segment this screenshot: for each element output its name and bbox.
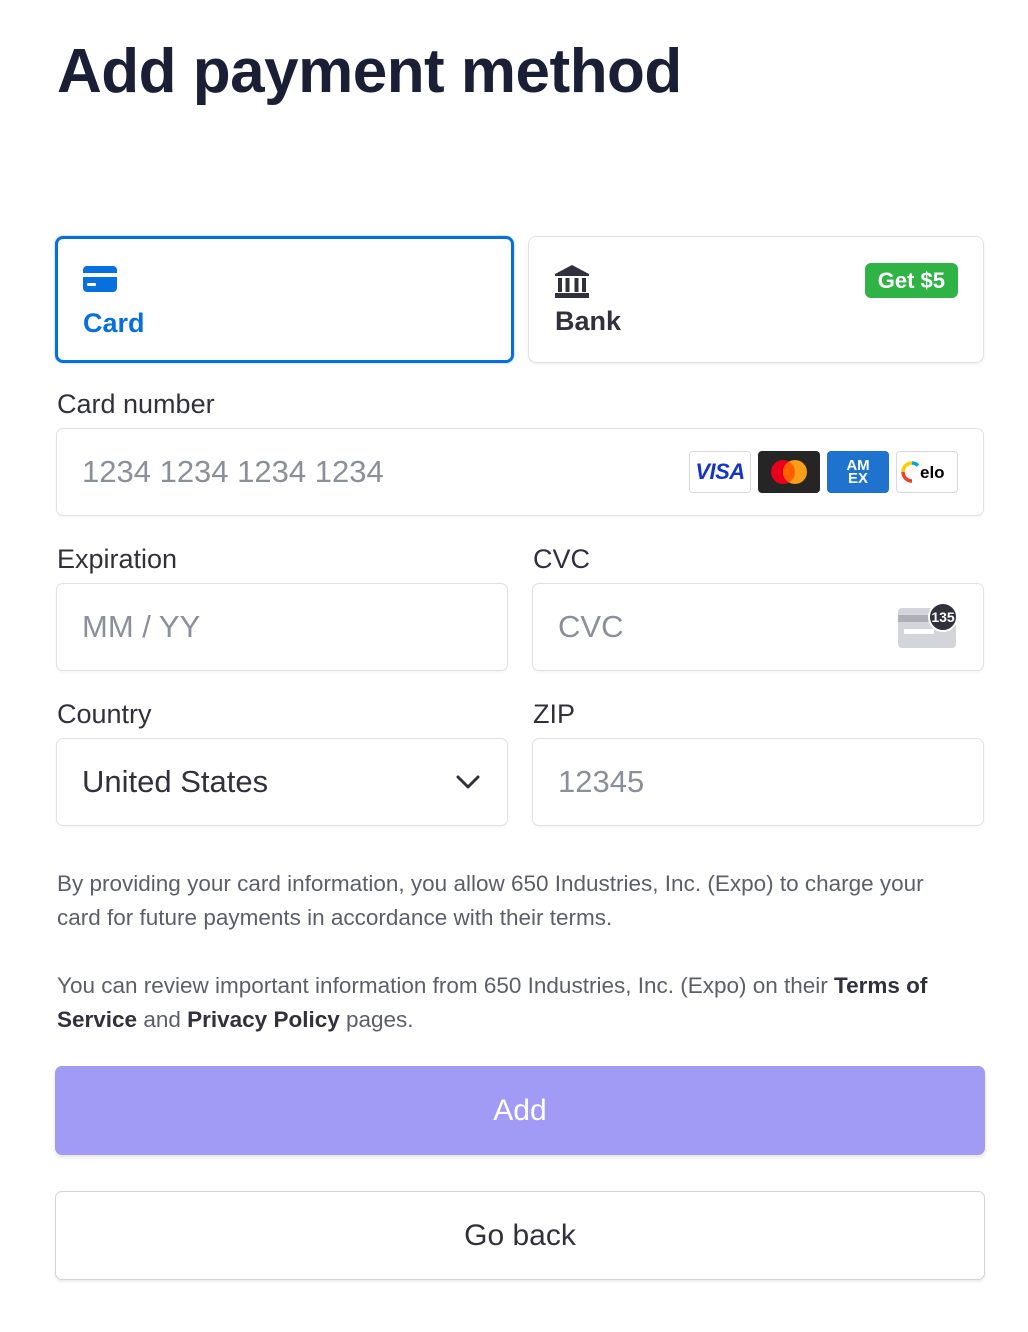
- review-text: You can review important information fro…: [57, 969, 957, 1037]
- zip-input[interactable]: [558, 739, 958, 824]
- cvc-label: CVC: [533, 544, 591, 574]
- tab-bank-label: Bank: [555, 306, 622, 336]
- cvc-field[interactable]: 135: [532, 583, 984, 671]
- visa-icon: VISA: [689, 451, 751, 493]
- add-button[interactable]: Add: [55, 1066, 985, 1155]
- zip-label: ZIP: [533, 699, 576, 729]
- tab-card[interactable]: Card: [55, 236, 514, 363]
- consent-text: By providing your card information, you …: [57, 871, 924, 930]
- review-prefix: You can review important information fro…: [57, 973, 835, 998]
- cvc-badge-text: 135: [931, 609, 955, 625]
- card-number-label: Card number: [57, 389, 215, 419]
- expiration-label: Expiration: [57, 544, 178, 574]
- elo-icon: elo: [896, 451, 958, 493]
- zip-field[interactable]: [532, 738, 984, 826]
- privacy-policy-link[interactable]: Privacy Policy: [187, 1007, 340, 1032]
- country-select[interactable]: United States: [56, 738, 508, 826]
- card-number-field[interactable]: VISA AMEX elo: [56, 428, 984, 516]
- tab-bank[interactable]: Bank Get $5: [528, 236, 984, 363]
- go-back-button[interactable]: Go back: [55, 1191, 985, 1280]
- tab-card-label: Card: [83, 308, 145, 338]
- amex-icon: AM EX: [827, 451, 889, 493]
- review-suffix: pages.: [339, 1007, 414, 1032]
- expiration-field[interactable]: [56, 583, 508, 671]
- mastercard-icon: [758, 451, 820, 493]
- cvc-card-icon: 135: [898, 602, 958, 655]
- country-label: Country: [57, 699, 152, 729]
- card-number-input[interactable]: [82, 429, 662, 514]
- expiration-input[interactable]: [82, 584, 482, 669]
- page-title: Add payment method: [57, 37, 682, 106]
- chevron-down-icon: [455, 769, 481, 800]
- bank-icon: [555, 265, 589, 303]
- cvc-input[interactable]: [558, 584, 888, 669]
- card-icon: [83, 266, 117, 297]
- card-brand-logos: VISA AM EX elo: [689, 451, 958, 493]
- country-select-value: United States: [82, 764, 269, 799]
- svg-text:elo: elo: [920, 463, 945, 482]
- and-text: and: [137, 1007, 188, 1032]
- promo-badge: Get $5: [864, 263, 958, 298]
